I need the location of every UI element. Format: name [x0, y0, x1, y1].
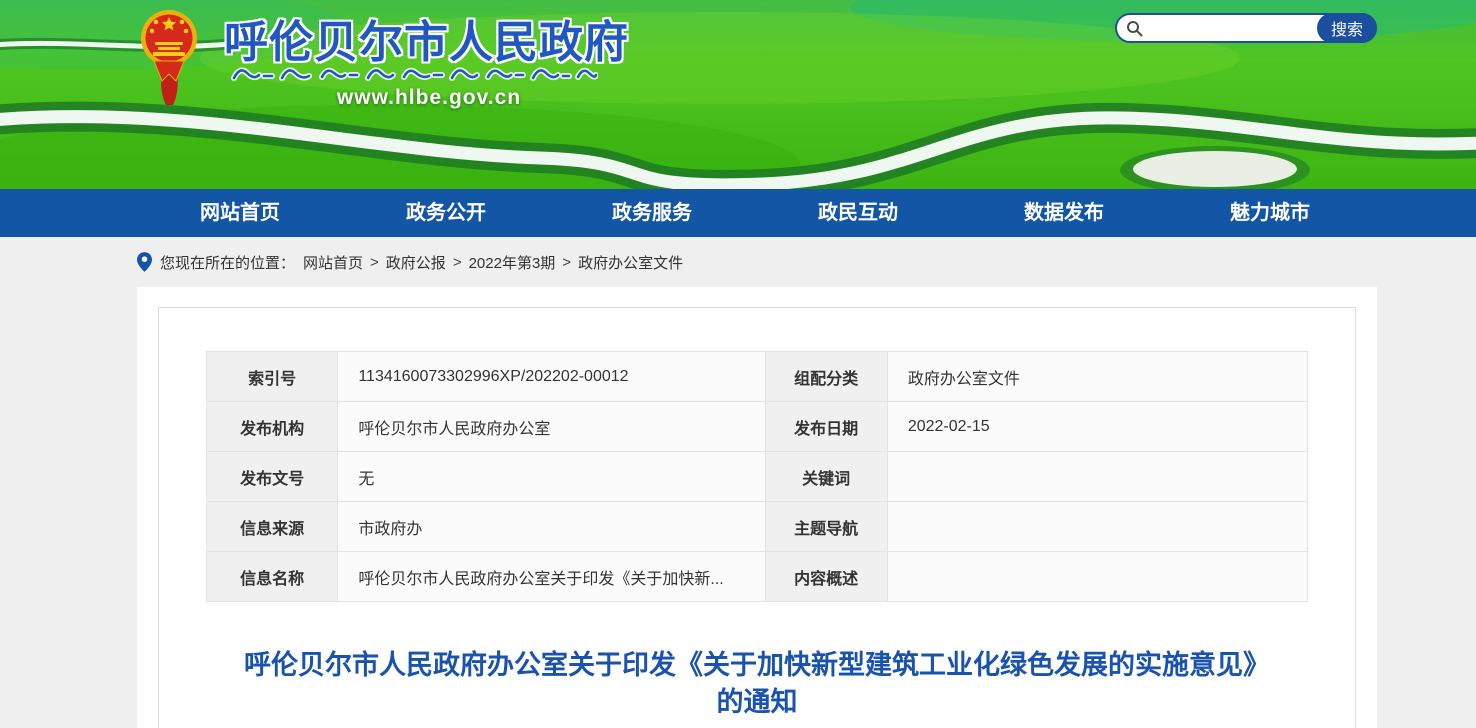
national-emblem-icon — [140, 5, 198, 105]
table-row: 发布文号 无 关键词 — [207, 452, 1308, 502]
meta-value-pub-date: 2022-02-15 — [887, 402, 1307, 452]
document-panel: 索引号 1134160073302996XP/202202-00012 组配分类… — [158, 307, 1356, 728]
nav-item-gov-service[interactable]: 政务服务 — [549, 189, 755, 237]
breadcrumb-item-docs[interactable]: 政府办公室文件 — [578, 252, 683, 273]
meta-value-index-no: 1134160073302996XP/202202-00012 — [338, 352, 765, 402]
table-row: 信息来源 市政府办 主题导航 — [207, 502, 1308, 552]
meta-label-category: 组配分类 — [765, 352, 887, 402]
meta-label-topic-nav: 主题导航 — [765, 502, 887, 552]
site-title[interactable]: 呼伦贝尔市人民政府 — [224, 6, 634, 70]
table-row: 信息名称 呼伦贝尔市人民政府办公室关于印发《关于加快新... 内容概述 — [207, 552, 1308, 602]
meta-label-doc-no: 发布文号 — [207, 452, 338, 502]
article-title: 呼伦贝尔市人民政府办公室关于印发《关于加快新型建筑工业化绿色发展的实施意见》的通… — [206, 647, 1308, 721]
meta-value-issuer: 呼伦贝尔市人民政府办公室 — [338, 402, 765, 452]
magnifier-icon — [1126, 20, 1143, 37]
table-row: 索引号 1134160073302996XP/202202-00012 组配分类… — [207, 352, 1308, 402]
meta-value-info-name: 呼伦贝尔市人民政府办公室关于印发《关于加快新... — [338, 552, 765, 602]
breadcrumb-separator: > — [562, 254, 571, 271]
search-button[interactable]: 搜索 — [1317, 13, 1377, 43]
nav-item-home[interactable]: 网站首页 — [137, 189, 343, 237]
breadcrumb-item-gazette[interactable]: 政府公报 — [386, 252, 446, 273]
breadcrumb: 您现在所在的位置： 网站首页 > 政府公报 > 2022年第3期 > 政府办公室… — [0, 237, 1476, 287]
mongolian-script — [230, 62, 598, 88]
meta-label-issuer: 发布机构 — [207, 402, 338, 452]
breadcrumb-separator: > — [453, 254, 462, 271]
nav-item-interaction[interactable]: 政民互动 — [755, 189, 961, 237]
search-input[interactable] — [1149, 17, 1317, 39]
meta-value-doc-no: 无 — [338, 452, 765, 502]
main-nav: 网站首页 政务公开 政务服务 政民互动 数据发布 魅力城市 — [0, 189, 1476, 237]
meta-label-index-no: 索引号 — [207, 352, 338, 402]
site-logo[interactable]: 呼伦贝尔市人民政府 www.hlbe.gov.cn — [0, 0, 640, 120]
site-url: www.hlbe.gov.cn — [224, 86, 634, 110]
meta-value-summary — [887, 552, 1307, 602]
nav-item-gov-info[interactable]: 政务公开 — [343, 189, 549, 237]
meta-label-info-name: 信息名称 — [207, 552, 338, 602]
content-card: 索引号 1134160073302996XP/202202-00012 组配分类… — [137, 287, 1377, 728]
meta-value-category: 政府办公室文件 — [887, 352, 1307, 402]
meta-label-keywords: 关键词 — [765, 452, 887, 502]
table-row: 发布机构 呼伦贝尔市人民政府办公室 发布日期 2022-02-15 — [207, 402, 1308, 452]
meta-value-keywords — [887, 452, 1307, 502]
document-meta-table: 索引号 1134160073302996XP/202202-00012 组配分类… — [206, 351, 1308, 602]
meta-value-topic-nav — [887, 502, 1307, 552]
nav-item-city[interactable]: 魅力城市 — [1167, 189, 1373, 237]
header-banner: 呼伦贝尔市人民政府 www.hlbe.gov.cn — [0, 0, 1476, 189]
location-pin-icon — [137, 252, 152, 272]
meta-label-source: 信息来源 — [207, 502, 338, 552]
page: 呼伦贝尔市人民政府 www.hlbe.gov.cn — [0, 0, 1476, 728]
search-bar: 搜索 — [1115, 13, 1377, 43]
meta-label-summary: 内容概述 — [765, 552, 887, 602]
breadcrumb-item-issue[interactable]: 2022年第3期 — [469, 252, 556, 273]
breadcrumb-prefix: 您现在所在的位置： — [160, 252, 295, 273]
nav-item-data[interactable]: 数据发布 — [961, 189, 1167, 237]
meta-value-source: 市政府办 — [338, 502, 765, 552]
breadcrumb-item-home[interactable]: 网站首页 — [303, 252, 363, 273]
meta-label-pub-date: 发布日期 — [765, 402, 887, 452]
main-content: 索引号 1134160073302996XP/202202-00012 组配分类… — [0, 287, 1476, 728]
breadcrumb-separator: > — [370, 254, 379, 271]
